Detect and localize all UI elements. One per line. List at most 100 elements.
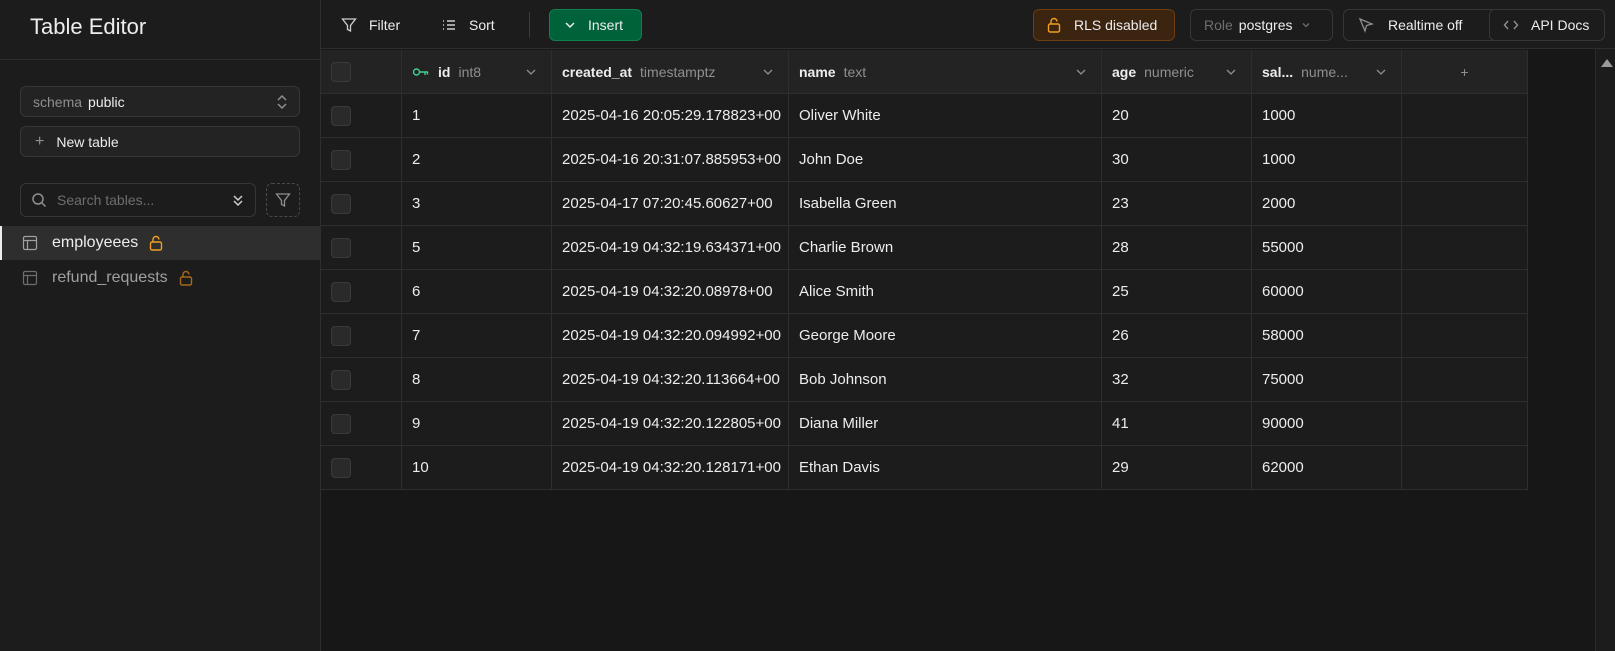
- insert-button[interactable]: Insert: [549, 9, 642, 41]
- cell-salary[interactable]: 75000: [1252, 358, 1402, 402]
- cell-salary[interactable]: 58000: [1252, 314, 1402, 358]
- cell-created-at[interactable]: 2025-04-19 04:32:20.08978+00: [552, 270, 789, 314]
- new-table-button[interactable]: + New table: [20, 126, 300, 157]
- row-checkbox[interactable]: [331, 413, 351, 434]
- table-row[interactable]: 2 2025-04-16 20:31:07.885953+00 John Doe 30…: [321, 138, 1528, 182]
- cell-salary[interactable]: 55000: [1252, 226, 1402, 270]
- table-row[interactable]: 10 2025-04-19 04:32:20.128171+00 Ethan Dav…: [321, 446, 1528, 490]
- toolbar: Filter Sort Insert RLS disabled Role pos…: [321, 0, 1615, 49]
- table-row[interactable]: 6 2025-04-19 04:32:20.08978+00 Alice Smith…: [321, 270, 1528, 314]
- chevron-down-icon[interactable]: [762, 66, 774, 78]
- cell-name[interactable]: John Doe: [789, 138, 1102, 182]
- table-row[interactable]: 8 2025-04-19 04:32:20.113664+00 Bob Johnso…: [321, 358, 1528, 402]
- chevrons-down-icon[interactable]: [231, 193, 245, 207]
- cell-salary[interactable]: 1000: [1252, 138, 1402, 182]
- column-header-id[interactable]: id int8: [402, 50, 552, 94]
- cell-id[interactable]: 5: [402, 226, 552, 270]
- table-filter-button[interactable]: [266, 183, 300, 217]
- cell-name[interactable]: Oliver White: [789, 94, 1102, 138]
- table-row[interactable]: 5 2025-04-19 04:32:19.634371+00 Charlie Br…: [321, 226, 1528, 270]
- cell-age[interactable]: 20: [1102, 94, 1252, 138]
- cell-id[interactable]: 9: [402, 402, 552, 446]
- cell-id[interactable]: 1: [402, 94, 552, 138]
- cell-created-at[interactable]: 2025-04-19 04:32:20.122805+00: [552, 402, 789, 446]
- column-header-created-at[interactable]: created_at timestamptz: [552, 50, 789, 94]
- table-row[interactable]: 1 2025-04-16 20:05:29.178823+00 Oliver Whi…: [321, 94, 1528, 138]
- cell-age[interactable]: 26: [1102, 314, 1252, 358]
- scroll-up-arrow-icon[interactable]: [1601, 59, 1613, 67]
- column-type: text: [843, 63, 867, 80]
- row-checkbox[interactable]: [331, 193, 351, 214]
- cell-id[interactable]: 10: [402, 446, 552, 490]
- row-checkbox[interactable]: [331, 281, 351, 302]
- cell-created-at[interactable]: 2025-04-19 04:32:19.634371+00: [552, 226, 789, 270]
- select-all-checkbox[interactable]: [331, 61, 351, 82]
- chevron-down-icon[interactable]: [1375, 66, 1387, 78]
- cell-id[interactable]: 8: [402, 358, 552, 402]
- sidebar-item-refund-requests[interactable]: refund_requests: [0, 261, 320, 295]
- cell-salary[interactable]: 2000: [1252, 182, 1402, 226]
- vertical-scrollbar[interactable]: [1595, 49, 1615, 651]
- role-select[interactable]: Role postgres: [1190, 9, 1333, 41]
- row-checkbox[interactable]: [331, 369, 351, 390]
- schema-select[interactable]: schema public: [20, 86, 300, 117]
- add-column-button[interactable]: +: [1402, 50, 1528, 94]
- cell-id[interactable]: 3: [402, 182, 552, 226]
- cell-name[interactable]: Alice Smith: [789, 270, 1102, 314]
- cell-created-at[interactable]: 2025-04-16 20:31:07.885953+00: [552, 138, 789, 182]
- row-select-cell: [321, 226, 402, 270]
- cell-age[interactable]: 30: [1102, 138, 1252, 182]
- chevron-down-icon[interactable]: [1225, 66, 1237, 78]
- cell-created-at[interactable]: 2025-04-19 04:32:20.113664+00: [552, 358, 789, 402]
- cell-age[interactable]: 23: [1102, 182, 1252, 226]
- realtime-button[interactable]: Realtime off: [1343, 9, 1499, 41]
- cell-age[interactable]: 25: [1102, 270, 1252, 314]
- sort-label: Sort: [469, 17, 495, 33]
- cell-id[interactable]: 7: [402, 314, 552, 358]
- row-checkbox[interactable]: [331, 457, 351, 478]
- chevron-down-icon[interactable]: [525, 66, 537, 78]
- sort-button[interactable]: Sort: [441, 10, 495, 40]
- cell-created-at[interactable]: 2025-04-16 20:05:29.178823+00: [552, 94, 789, 138]
- row-select-cell: [321, 402, 402, 446]
- lock-open-icon: [150, 235, 163, 251]
- cell-salary[interactable]: 1000: [1252, 94, 1402, 138]
- table-row[interactable]: 7 2025-04-19 04:32:20.094992+00 George Moo…: [321, 314, 1528, 358]
- row-checkbox[interactable]: [331, 237, 351, 258]
- row-checkbox[interactable]: [331, 325, 351, 346]
- cell-salary[interactable]: 60000: [1252, 270, 1402, 314]
- cell-name[interactable]: George Moore: [789, 314, 1102, 358]
- cell-salary[interactable]: 90000: [1252, 402, 1402, 446]
- cell-age[interactable]: 28: [1102, 226, 1252, 270]
- row-checkbox[interactable]: [331, 149, 351, 170]
- chevron-down-icon[interactable]: [1075, 66, 1087, 78]
- cell-age[interactable]: 29: [1102, 446, 1252, 490]
- sidebar-item-label: employeees: [52, 234, 139, 251]
- cell-salary[interactable]: 62000: [1252, 446, 1402, 490]
- cell-age[interactable]: 32: [1102, 358, 1252, 402]
- column-header-salary[interactable]: sal... nume...: [1252, 50, 1402, 94]
- cell-age[interactable]: 41: [1102, 402, 1252, 446]
- cell-id[interactable]: 2: [402, 138, 552, 182]
- table-row[interactable]: 9 2025-04-19 04:32:20.122805+00 Diana Mill…: [321, 402, 1528, 446]
- column-header-name[interactable]: name text: [789, 50, 1102, 94]
- cell-name[interactable]: Bob Johnson: [789, 358, 1102, 402]
- rls-disabled-button[interactable]: RLS disabled: [1033, 9, 1175, 41]
- row-checkbox[interactable]: [331, 105, 351, 126]
- cell-name[interactable]: Charlie Brown: [789, 226, 1102, 270]
- cell-name[interactable]: Isabella Green: [789, 182, 1102, 226]
- cell-created-at[interactable]: 2025-04-19 04:32:20.128171+00: [552, 446, 789, 490]
- sidebar-item-employeees[interactable]: employeees: [0, 226, 320, 260]
- cell-id[interactable]: 6: [402, 270, 552, 314]
- cell-created-at[interactable]: 2025-04-17 07:20:45.60627+00: [552, 182, 789, 226]
- lock-open-icon: [179, 270, 192, 286]
- search-tables-input[interactable]: [57, 192, 227, 208]
- table-row[interactable]: 3 2025-04-17 07:20:45.60627+00 Isabella Gr…: [321, 182, 1528, 226]
- api-docs-button[interactable]: API Docs: [1489, 9, 1605, 41]
- cell-created-at[interactable]: 2025-04-19 04:32:20.094992+00: [552, 314, 789, 358]
- cell-name[interactable]: Ethan Davis: [789, 446, 1102, 490]
- filter-button[interactable]: Filter: [341, 10, 400, 40]
- column-header-age[interactable]: age numeric: [1102, 50, 1252, 94]
- sidebar-title: Table Editor: [30, 14, 147, 39]
- cell-name[interactable]: Diana Miller: [789, 402, 1102, 446]
